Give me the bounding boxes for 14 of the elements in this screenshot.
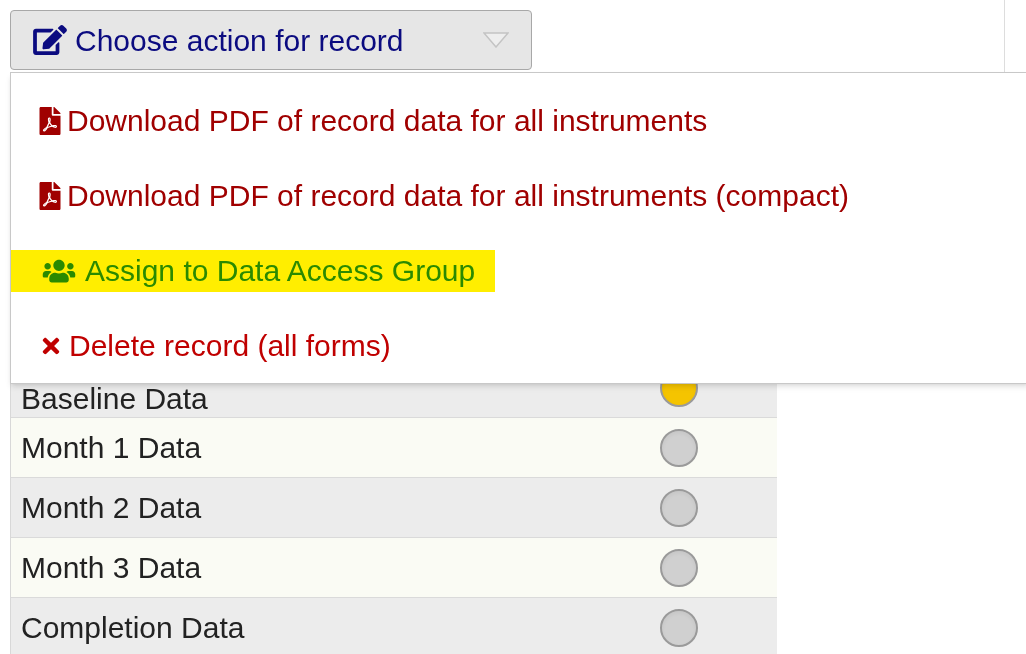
table-cell-text: Baseline Data (20, 381, 209, 417)
edit-icon (33, 25, 67, 55)
table-cell-text: Month 2 Data (20, 490, 203, 526)
menu-item[interactable]: Assign to Data Access Group (11, 249, 496, 292)
caret-icon (483, 32, 509, 48)
pdf-file-icon (39, 181, 61, 210)
menu-item[interactable]: Download PDF of record data for all instruments (compact) (11, 174, 869, 217)
table-cell-text: Month 3 Data (20, 550, 203, 586)
action-dropdown-button[interactable]: Choose action for record (10, 10, 532, 70)
pdf-file-icon (39, 106, 61, 135)
menu-item[interactable]: Download PDF of record data for all instruments (11, 99, 728, 142)
table-cell-text: Completion Data (20, 610, 246, 646)
menu-item[interactable]: Delete record (all forms) (11, 324, 411, 367)
table-cell-text: Month 1 Data (20, 430, 203, 466)
